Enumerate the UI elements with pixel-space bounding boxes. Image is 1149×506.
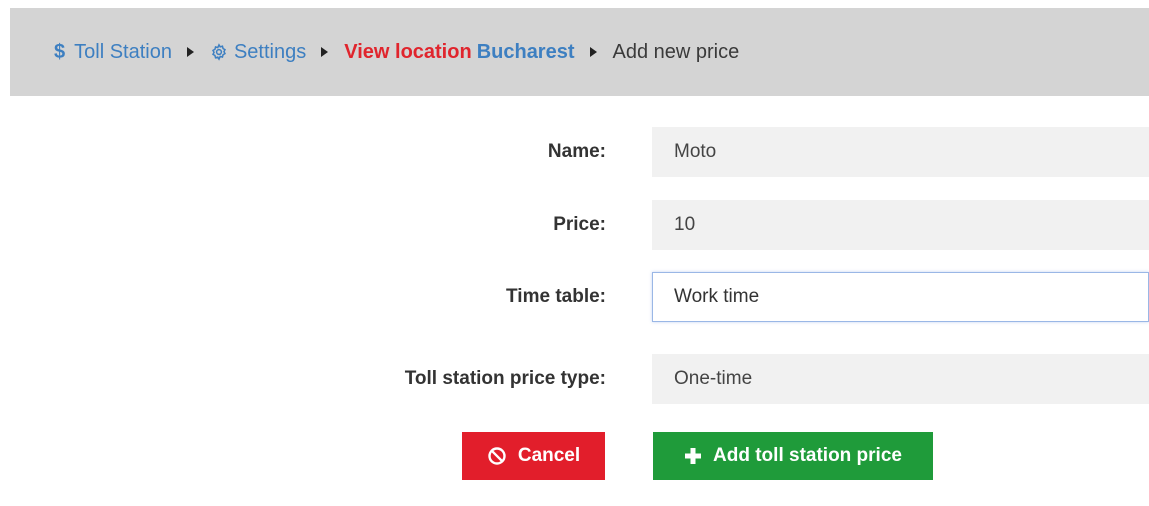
gear-icon bbox=[211, 43, 226, 61]
time-table-label: Time table: bbox=[506, 286, 606, 307]
breadcrumb-settings-label: Settings bbox=[233, 40, 307, 63]
cancel-button-label: Cancel bbox=[517, 445, 581, 466]
form-row-time-table: Time table: Work time bbox=[0, 272, 1149, 322]
breadcrumb-separator-icon bbox=[186, 47, 194, 57]
name-field[interactable]: Moto bbox=[652, 127, 1149, 177]
breadcrumb-location-link[interactable]: View location Bucharest bbox=[344, 41, 574, 64]
breadcrumb-separator-icon bbox=[321, 47, 329, 57]
form-row-price-type: Toll station price type: One-time bbox=[0, 354, 1149, 404]
breadcrumb: $ Toll Station Settings View location Bu… bbox=[10, 8, 1149, 96]
price-label: Price: bbox=[553, 214, 606, 235]
cancel-button[interactable]: Cancel bbox=[462, 432, 605, 480]
add-button-label: Add toll station price bbox=[713, 445, 902, 466]
price-type-label: Toll station price type: bbox=[404, 368, 606, 389]
breadcrumb-separator-icon bbox=[589, 47, 597, 57]
breadcrumb-current: Add new price bbox=[612, 40, 740, 63]
plus-icon bbox=[685, 448, 702, 464]
ban-icon bbox=[488, 447, 506, 465]
breadcrumb-settings-link[interactable]: Settings bbox=[210, 41, 306, 64]
add-toll-station-price-button[interactable]: Add toll station price bbox=[653, 432, 933, 480]
dollar-icon: $ bbox=[54, 40, 66, 63]
breadcrumb-location-prefix: View location bbox=[344, 40, 472, 63]
price-field[interactable]: 10 bbox=[652, 200, 1149, 250]
form-row-price: Price: 10 bbox=[0, 200, 1149, 250]
price-type-select[interactable]: One-time bbox=[652, 354, 1149, 404]
form-row-name: Name: Moto bbox=[0, 127, 1149, 177]
breadcrumb-location-name: Bucharest bbox=[476, 40, 575, 63]
name-label: Name: bbox=[547, 141, 606, 162]
breadcrumb-home-label: Toll Station bbox=[74, 40, 172, 63]
breadcrumb-home-link[interactable]: $ Toll Station bbox=[54, 41, 172, 64]
time-table-select[interactable]: Work time bbox=[652, 272, 1149, 322]
